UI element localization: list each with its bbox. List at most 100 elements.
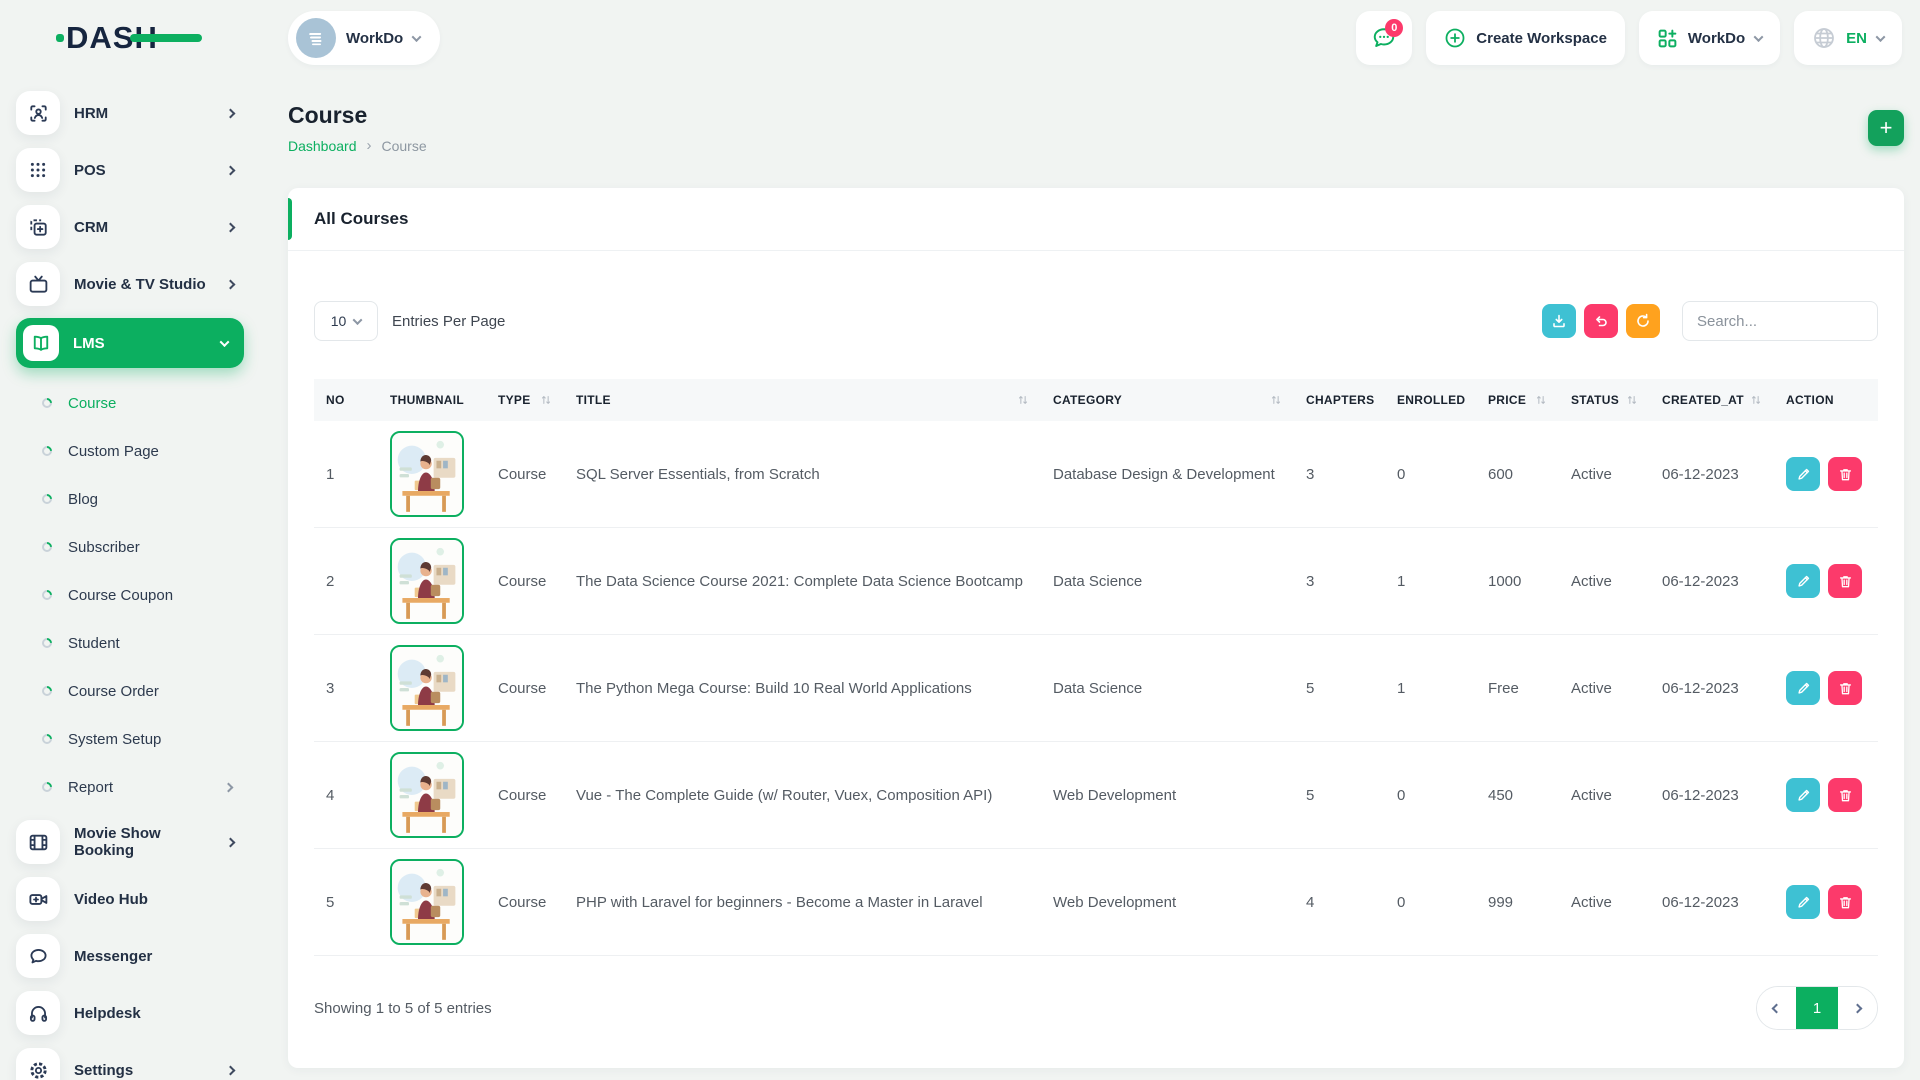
delete-button[interactable] <box>1828 885 1862 919</box>
sidebar-item-helpdesk[interactable]: Helpdesk <box>16 990 244 1036</box>
sidebar-item-video-hub[interactable]: Video Hub <box>16 876 244 922</box>
messenger-icon <box>16 934 60 978</box>
col-price[interactable]: PRICE <box>1476 379 1559 421</box>
sidebar-subitem-student[interactable]: Student <box>16 619 244 667</box>
course-thumbnail <box>390 752 464 838</box>
sidebar-item-pos[interactable]: POS <box>16 147 244 193</box>
cell-title: The Python Mega Course: Build 10 Real Wo… <box>564 635 1041 742</box>
pagination: 1 <box>1756 986 1878 1030</box>
cell-created-at: 06-12-2023 <box>1650 528 1774 635</box>
col-status[interactable]: STATUS <box>1559 379 1650 421</box>
create-workspace-button[interactable]: Create Workspace <box>1426 11 1625 65</box>
reset-button[interactable] <box>1584 304 1618 338</box>
bullet-icon <box>40 588 54 602</box>
next-page-button[interactable] <box>1838 987 1877 1029</box>
sort-icon <box>1017 394 1029 406</box>
chevron-down-icon <box>220 337 230 347</box>
bullet-icon <box>40 780 54 794</box>
delete-button[interactable] <box>1828 457 1862 491</box>
workdo-menu[interactable]: WorkDo <box>1639 11 1780 65</box>
sidebar-item-movie-tv-studio[interactable]: Movie & TV Studio <box>16 261 244 307</box>
col-enrolled: ENROLLED <box>1385 379 1476 421</box>
bullet-icon <box>40 396 54 410</box>
refresh-button[interactable] <box>1626 304 1660 338</box>
cell-status: Active <box>1559 421 1650 528</box>
card-title: All Courses <box>314 209 1878 229</box>
col-thumbnail: THUMBNAIL <box>378 379 486 421</box>
cell-thumbnail <box>378 849 486 956</box>
edit-button[interactable] <box>1786 457 1820 491</box>
export-button[interactable] <box>1542 304 1576 338</box>
cell-title: SQL Server Essentials, from Scratch <box>564 421 1041 528</box>
edit-button[interactable] <box>1786 564 1820 598</box>
col-created-at[interactable]: CREATED_AT <box>1650 379 1774 421</box>
cell-action <box>1774 849 1878 956</box>
cell-enrolled: 1 <box>1385 528 1476 635</box>
delete-button[interactable] <box>1828 778 1862 812</box>
sidebar-subitem-report[interactable]: Report <box>16 763 244 811</box>
course-thumbnail <box>390 645 464 731</box>
cell-thumbnail <box>378 421 486 528</box>
sidebar-item-crm[interactable]: CRM <box>16 204 244 250</box>
sidebar-item-movie-show-booking[interactable]: Movie Show Booking <box>16 819 244 865</box>
sidebar-subitem-course[interactable]: Course <box>16 379 244 427</box>
search-input[interactable] <box>1682 301 1878 341</box>
cell-chapters: 3 <box>1294 421 1385 528</box>
sidebar-item-messenger[interactable]: Messenger <box>16 933 244 979</box>
trash-icon <box>1838 467 1853 482</box>
workspace-selector[interactable]: WorkDo <box>288 11 440 65</box>
chevron-down-icon <box>1754 32 1764 42</box>
cell-category: Data Science <box>1041 635 1294 742</box>
messages-button[interactable]: 0 <box>1356 11 1412 65</box>
cell-title: PHP with Laravel for beginners - Become … <box>564 849 1041 956</box>
trash-icon <box>1838 574 1853 589</box>
cell-type: Course <box>486 849 564 956</box>
sidebar-subitem-course-order[interactable]: Course Order <box>16 667 244 715</box>
cell-category: Data Science <box>1041 528 1294 635</box>
entries-per-page-select[interactable]: 10 <box>314 301 378 341</box>
sidebar-subitem-custom-page[interactable]: Custom Page <box>16 427 244 475</box>
main-content: Course Dashboard › Course + All Courses … <box>260 76 1920 1080</box>
table-row: 4 <box>314 742 1878 849</box>
delete-button[interactable] <box>1828 671 1862 705</box>
edit-button[interactable] <box>1786 778 1820 812</box>
sidebar-subitem-system-setup[interactable]: System Setup <box>16 715 244 763</box>
sidebar-subitem-course-coupon[interactable]: Course Coupon <box>16 571 244 619</box>
cell-created-at: 06-12-2023 <box>1650 742 1774 849</box>
course-thumbnail <box>390 538 464 624</box>
chevron-right-icon <box>226 108 236 118</box>
cell-no: 4 <box>314 742 378 849</box>
cell-action <box>1774 528 1878 635</box>
col-category[interactable]: CATEGORY <box>1041 379 1294 421</box>
add-course-button[interactable]: + <box>1868 110 1904 146</box>
breadcrumb-dashboard-link[interactable]: Dashboard <box>288 138 357 154</box>
sidebar-item-lms[interactable]: LMS <box>16 318 244 368</box>
cell-title: Vue - The Complete Guide (w/ Router, Vue… <box>564 742 1041 849</box>
sidebar-subitem-subscriber[interactable]: Subscriber <box>16 523 244 571</box>
cell-status: Active <box>1559 635 1650 742</box>
cell-price: 600 <box>1476 421 1559 528</box>
cell-status: Active <box>1559 849 1650 956</box>
showing-entries-text: Showing 1 to 5 of 5 entries <box>314 1000 492 1017</box>
language-selector[interactable]: EN <box>1794 11 1902 65</box>
sidebar-item-hrm[interactable]: HRM <box>16 90 244 136</box>
current-page-button[interactable]: 1 <box>1796 987 1838 1029</box>
cell-price: Free <box>1476 635 1559 742</box>
col-type[interactable]: TYPE <box>486 379 564 421</box>
prev-page-button[interactable] <box>1757 987 1796 1029</box>
cell-category: Web Development <box>1041 849 1294 956</box>
bullet-icon <box>40 732 54 746</box>
trash-icon <box>1838 788 1853 803</box>
edit-button[interactable] <box>1786 671 1820 705</box>
lms-submenu: Course Custom Page Blog Subscriber Cours… <box>16 379 244 811</box>
sidebar-subitem-blog[interactable]: Blog <box>16 475 244 523</box>
col-title[interactable]: TITLE <box>564 379 1041 421</box>
table-body: 1 <box>314 421 1878 956</box>
headphones-icon <box>16 991 60 1035</box>
col-chapters: CHAPTERS <box>1294 379 1385 421</box>
edit-button[interactable] <box>1786 885 1820 919</box>
trash-icon <box>1838 681 1853 696</box>
cell-created-at: 06-12-2023 <box>1650 635 1774 742</box>
sidebar-item-settings[interactable]: Settings <box>16 1047 244 1080</box>
delete-button[interactable] <box>1828 564 1862 598</box>
